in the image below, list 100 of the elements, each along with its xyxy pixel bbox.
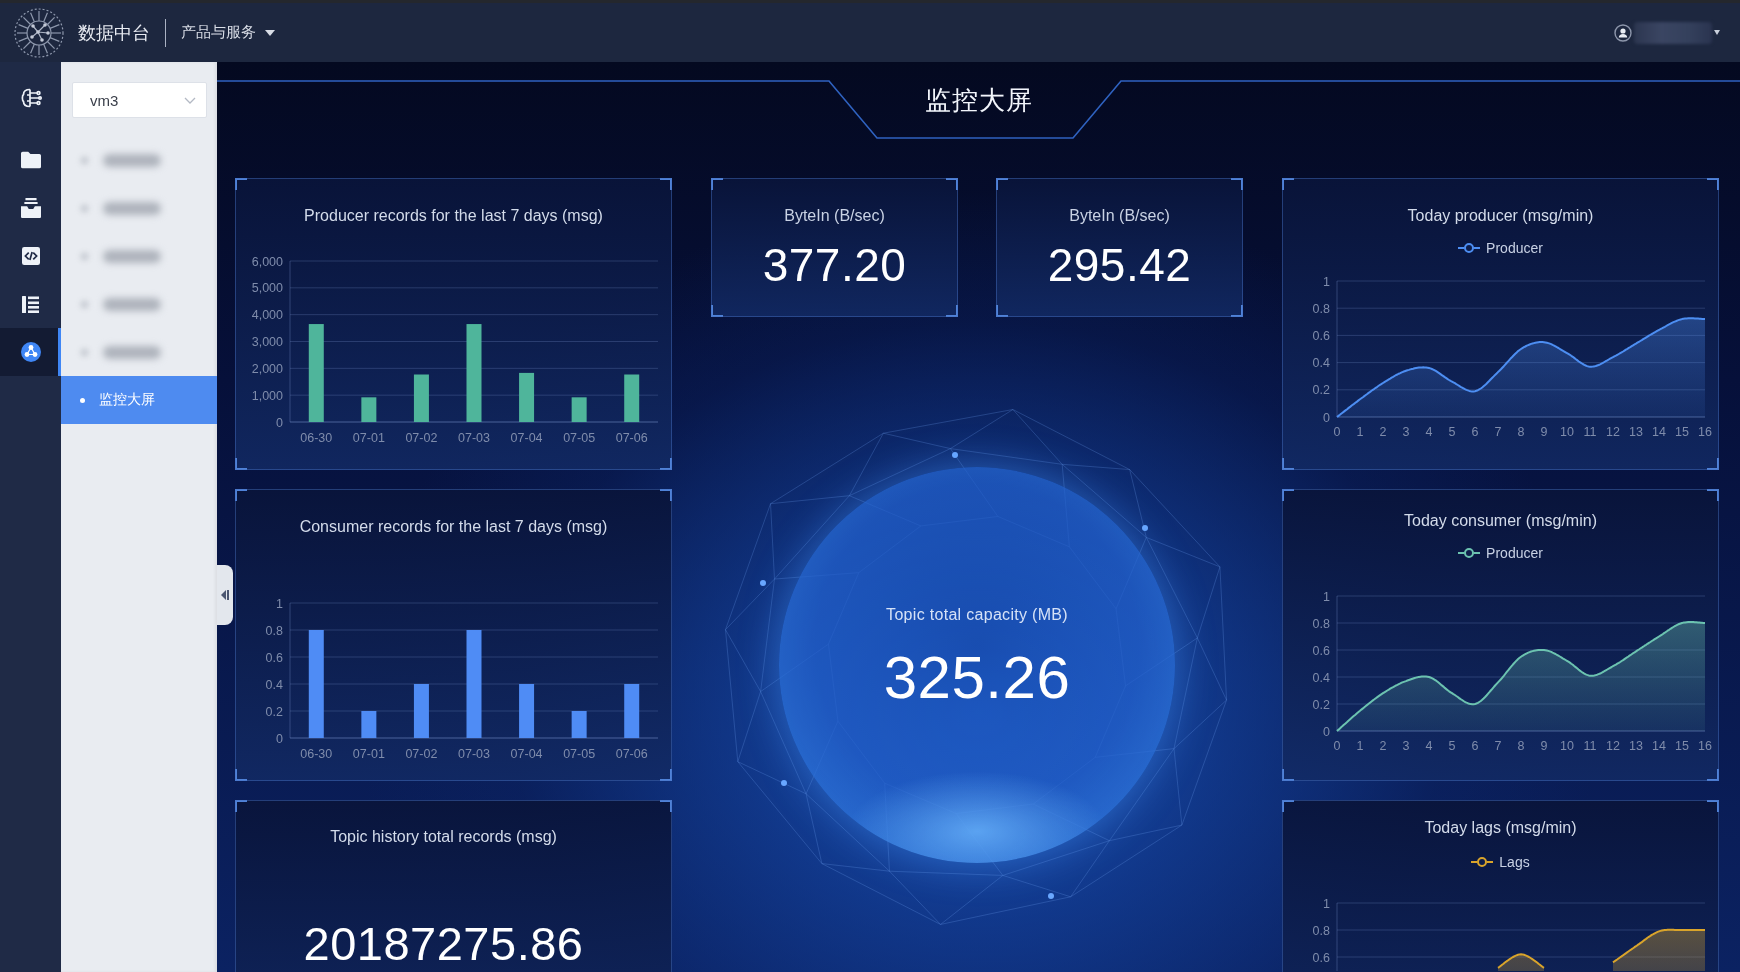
x-axis-label: 07-05: [563, 431, 596, 445]
stat-label: ByteIn (B/sec): [1069, 206, 1170, 226]
stat-value: 295.42: [1047, 242, 1192, 288]
y-axis-label: 1: [1323, 274, 1330, 289]
x-axis-label: 10: [1560, 425, 1574, 439]
nodes-icon: [20, 342, 41, 362]
bullet-dot-icon: [80, 397, 85, 403]
x-axis-label: 16: [1698, 739, 1712, 753]
x-axis-label: 12: [1606, 425, 1620, 439]
x-axis-label: 06-30: [300, 431, 333, 445]
x-axis-label: 0: [1333, 425, 1341, 439]
x-axis-label: 16: [1698, 425, 1712, 439]
x-axis-label: 6: [1471, 739, 1479, 753]
x-axis-label: 4: [1425, 739, 1433, 753]
code-icon: [21, 247, 40, 265]
y-axis-label: 0.6: [1312, 643, 1330, 658]
x-axis-label: 2: [1379, 739, 1387, 753]
y-axis-label: 0.6: [1312, 328, 1330, 343]
blurred-label: [103, 249, 161, 263]
x-axis-label: 11: [1583, 425, 1597, 439]
y-axis-label: 1,000: [251, 388, 283, 403]
x-axis-label: 1: [1356, 739, 1364, 753]
x-axis-label: 07-06: [615, 747, 648, 761]
y-axis-label: 0: [276, 731, 283, 746]
x-axis-label: 13: [1629, 425, 1643, 439]
app-name: 数据中台: [78, 21, 150, 45]
y-axis-label: 0: [276, 415, 283, 430]
y-axis-label: 0.2: [1312, 383, 1330, 398]
x-axis-label: 15: [1675, 425, 1689, 439]
legend-label: Lags: [1499, 854, 1530, 870]
x-axis-label: 8: [1517, 425, 1525, 439]
list-icon: [22, 295, 39, 313]
x-axis-label: 07-03: [458, 747, 490, 761]
y-axis-label: 1: [1323, 589, 1330, 604]
y-axis-label: 4,000: [251, 308, 283, 323]
total-value: 20187275.86: [303, 920, 584, 967]
x-axis-label: 11: [1583, 739, 1597, 753]
y-axis-label: 1: [1323, 896, 1330, 911]
blurred-label: [103, 345, 161, 359]
chart-title: Today consumer (msg/min): [1404, 511, 1597, 531]
x-axis-label: 07-02: [405, 747, 438, 761]
y-axis-label: 0.4: [1312, 670, 1330, 685]
x-axis-label: 07-06: [615, 431, 648, 445]
capacity-label: Topic total capacity (MB): [886, 605, 1068, 625]
x-axis-label: 5: [1448, 425, 1456, 439]
x-axis-label: 7: [1494, 739, 1502, 753]
chart-title: Today lags (msg/min): [1424, 818, 1577, 838]
chevron-down-icon: [184, 96, 196, 104]
nav-rail-item[interactable]: [0, 328, 61, 376]
x-axis-label: 07-04: [510, 747, 543, 761]
user-avatar-icon[interactable]: [1614, 23, 1632, 42]
brain-logo-icon: [12, 5, 66, 60]
x-axis-label: 3: [1402, 739, 1410, 753]
y-axis-label: 0.4: [265, 677, 283, 692]
instance-select[interactable]: vm3: [72, 82, 207, 118]
page-title: 监控大屏: [924, 84, 1033, 116]
x-axis-label: 5: [1448, 739, 1456, 753]
x-axis-label: 9: [1540, 739, 1548, 753]
x-axis-label: 10: [1560, 739, 1574, 753]
y-axis-label: 0: [1323, 724, 1330, 739]
y-axis-label: 0.2: [265, 704, 283, 719]
x-axis-label: 9: [1540, 425, 1548, 439]
stat-label: ByteIn (B/sec): [784, 206, 885, 226]
x-axis-label: 12: [1606, 739, 1620, 753]
legend-label: Producer: [1486, 545, 1543, 561]
chart-title: Today producer (msg/min): [1407, 206, 1594, 226]
caret-icon: [1714, 30, 1720, 35]
y-axis-label: 0.8: [1312, 923, 1330, 938]
x-axis-label: 07-02: [405, 431, 438, 445]
x-axis-label: 14: [1652, 425, 1666, 439]
x-axis-label: 3: [1402, 425, 1410, 439]
y-axis-label: 0: [1323, 410, 1330, 425]
y-axis-label: 6,000: [251, 254, 283, 269]
x-axis-label: 4: [1425, 425, 1433, 439]
chart-title: Consumer records for the last 7 days (msg): [299, 517, 608, 537]
folder-icon: [20, 151, 41, 169]
inbox-icon: [20, 198, 41, 218]
blurred-label: [103, 297, 161, 311]
collapse-button[interactable]: [217, 565, 233, 625]
x-axis-label: 07-04: [510, 431, 543, 445]
y-axis-label: 0.8: [265, 623, 283, 638]
blurred-label: [103, 153, 161, 167]
y-axis-label: 0.4: [1312, 356, 1330, 371]
chart-title: Producer records for the last 7 days (msg): [304, 206, 603, 226]
collapse-icon: [221, 589, 229, 601]
x-axis-label: 7: [1494, 425, 1502, 439]
capacity-value: 325.26: [883, 648, 1071, 708]
y-axis-label: 0.6: [265, 650, 283, 665]
x-axis-label: 14: [1652, 739, 1666, 753]
y-axis-label: 0.8: [1312, 301, 1330, 316]
x-axis-label: 1: [1356, 425, 1364, 439]
x-axis-label: 13: [1629, 739, 1643, 753]
x-axis-label: 8: [1517, 739, 1525, 753]
x-axis-label: 6: [1471, 425, 1479, 439]
products-menu-button[interactable]: 产品与服务: [181, 23, 275, 42]
y-axis-label: 0.2: [1312, 697, 1330, 712]
y-axis-label: 2,000: [251, 361, 283, 376]
y-axis-label: 0.6: [1312, 950, 1330, 965]
x-axis-label: 0: [1333, 739, 1341, 753]
panel-title: Topic history total records (msg): [330, 827, 557, 847]
